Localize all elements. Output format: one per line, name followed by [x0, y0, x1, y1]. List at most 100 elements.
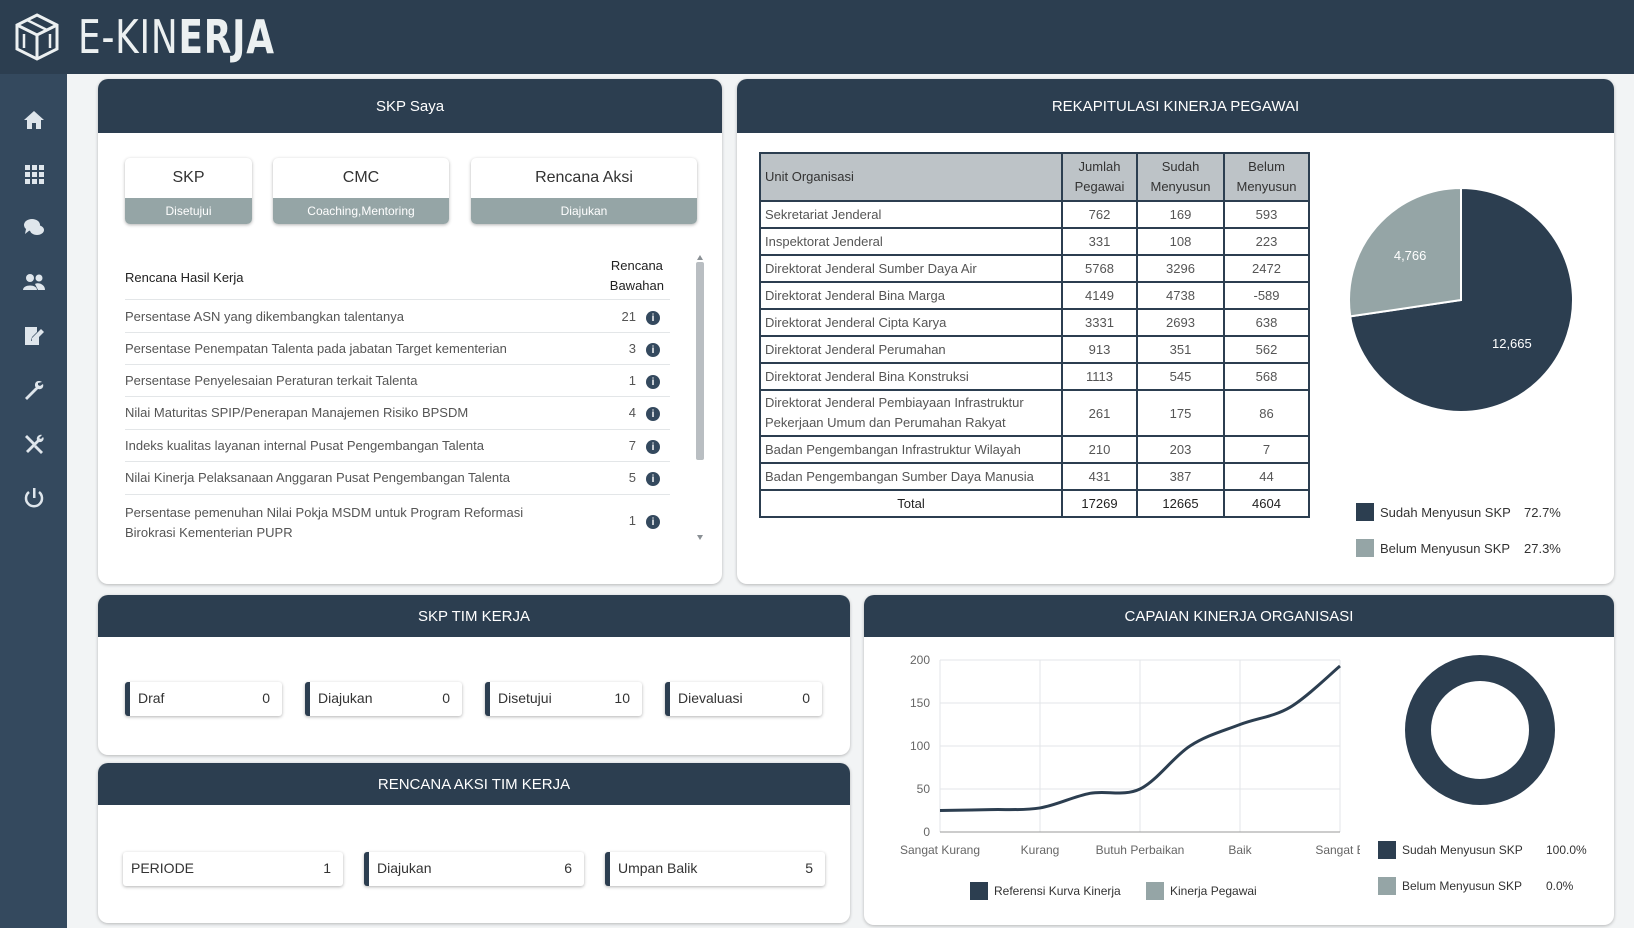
- skp-saya-title: SKP Saya: [98, 79, 722, 133]
- rencana-aksi-tim-card: RENCANA AKSI TIM KERJA: [98, 763, 850, 923]
- capaian-legend-referensi: Referensi Kurva Kinerja: [970, 882, 1121, 900]
- sidebar-item-logout[interactable]: [0, 476, 67, 520]
- table-total-row: Total 17269 12665 4604: [759, 489, 1310, 518]
- capaian-legend-kinerja: Kinerja Pegawai: [1146, 882, 1257, 900]
- table-row: Direktorat Jenderal Sumber Daya Air 5768 3…: [759, 254, 1310, 283]
- x-tick-label: Sangat B: [1315, 843, 1360, 857]
- col-sudah: Sudah Menyusun: [1136, 152, 1225, 202]
- rekap-table: Unit Organisasi Jumlah Pegawai Sudah Menyu…: [759, 152, 1310, 518]
- x-tick-label: Kurang: [1021, 843, 1060, 857]
- pie-data-label: 12,665: [1492, 336, 1532, 351]
- grid-icon: [24, 165, 44, 184]
- capaian-title: CAPAIAN KINERJA ORGANISASI: [864, 595, 1614, 637]
- rhk-row: Persentase pemenuhan Nilai Pokja MSDM un…: [125, 495, 670, 545]
- rekap-header-row: Unit Organisasi Jumlah Pegawai Sudah Menyu…: [759, 152, 1310, 202]
- col-belum: Belum Menyusun: [1223, 152, 1310, 202]
- info-icon[interactable]: i: [646, 311, 660, 325]
- info-icon[interactable]: i: [646, 440, 660, 454]
- rhk-row: Persentase Penyelesaian Peraturan terkai…: [125, 365, 670, 397]
- col-jumlah: Jumlah Pegawai: [1061, 152, 1138, 202]
- y-tick-label: 150: [910, 696, 930, 710]
- rhk-row: Nilai Maturitas SPIP/Penerapan Manajemen…: [125, 397, 670, 430]
- skp-tim-diajukan[interactable]: Diajukan 0: [305, 682, 462, 716]
- users-icon: [22, 274, 45, 290]
- pie-data-label: 4,766: [1394, 248, 1427, 263]
- tools-icon: [24, 434, 44, 454]
- rhk-row: Persentase ASN yang dikembangkan talenta…: [125, 301, 670, 333]
- rhk-header-col2: Rencana Bawahan: [609, 258, 664, 293]
- cube-logo-icon: [15, 13, 59, 61]
- x-tick-label: Baik: [1228, 843, 1252, 857]
- legend-swatch: [1356, 503, 1374, 521]
- rekap-pie-chart: 12,665 4,766: [1348, 186, 1574, 413]
- col-unit: Unit Organisasi: [759, 152, 1063, 202]
- top-bar: E-KINERJA: [0, 0, 1634, 74]
- table-row: Direktorat Jenderal Bina Marga 4149 4738 -5…: [759, 281, 1310, 310]
- y-tick-label: 50: [917, 782, 931, 796]
- info-icon[interactable]: i: [646, 407, 660, 421]
- rekap-legend-belum: Belum Menyusun SKP 27.3%: [1356, 539, 1561, 557]
- table-row: Direktorat Jenderal Perumahan 913 351 562: [759, 335, 1310, 364]
- capaian-line-chart: 0 50 100 150 200 Sangat Kurang Kurang Butuh Per…: [900, 653, 1360, 857]
- tab-cmc[interactable]: CMC Coaching,Mentoring: [273, 158, 449, 224]
- legend-swatch: [1146, 882, 1164, 900]
- edit-icon: [24, 327, 44, 345]
- info-icon[interactable]: i: [646, 343, 660, 357]
- rencana-aksi-periode[interactable]: PERIODE 1: [123, 852, 343, 886]
- x-tick-label: Sangat Kurang: [900, 843, 980, 857]
- rhk-row: Indeks kualitas layanan internal Pusat P…: [125, 430, 670, 462]
- y-tick-label: 100: [910, 739, 930, 753]
- y-tick-label: 200: [910, 653, 930, 667]
- sidebar-item-home[interactable]: [0, 98, 67, 142]
- rhk-row: Nilai Kinerja Pelaksanaan Anggaran Pusat…: [125, 462, 670, 495]
- power-icon: [24, 488, 43, 508]
- rekap-title: REKAPITULASI KINERJA PEGAWAI: [737, 79, 1614, 133]
- sidebar-item-edit[interactable]: [0, 314, 67, 358]
- rencana-aksi-tim-title: RENCANA AKSI TIM KERJA: [98, 763, 850, 805]
- scroll-up-arrow-icon[interactable]: [697, 255, 703, 260]
- rencana-aksi-umpan-balik[interactable]: Umpan Balik 5: [605, 852, 825, 886]
- app-title: E-KINERJA: [78, 10, 275, 64]
- info-icon[interactable]: i: [646, 375, 660, 389]
- table-row: Direktorat Jenderal Cipta Karya 3331 2693 6…: [759, 308, 1310, 337]
- rencana-aksi-diajukan[interactable]: Diajukan 6: [364, 852, 584, 886]
- sidebar-item-chat[interactable]: [0, 206, 67, 250]
- sidebar-item-users[interactable]: [0, 260, 67, 304]
- skp-tim-card: SKP TIM KERJA: [98, 595, 850, 755]
- rhk-header-col1: Rencana Hasil Kerja: [125, 270, 244, 285]
- info-icon[interactable]: i: [646, 472, 660, 486]
- skp-tim-disetujui[interactable]: Disetujui 10: [485, 682, 642, 716]
- skp-tim-draf[interactable]: Draf 0: [125, 682, 282, 716]
- sidebar-item-tools[interactable]: [0, 422, 67, 466]
- rhk-scroll-thumb[interactable]: [696, 262, 704, 460]
- sidebar-item-settings[interactable]: [0, 368, 67, 412]
- rekap-legend-sudah: Sudah Menyusun SKP 72.7%: [1356, 503, 1561, 521]
- skp-tim-dievaluasi[interactable]: Dievaluasi 0: [665, 682, 822, 716]
- table-row: Direktorat Jenderal Pembiayaan Infrastru…: [759, 389, 1310, 437]
- x-tick-label: Butuh Perbaikan: [1096, 843, 1185, 857]
- scroll-down-arrow-icon[interactable]: [697, 535, 703, 540]
- chat-icon: [23, 219, 44, 235]
- table-row: Direktorat Jenderal Bina Konstruksi 1113 5…: [759, 362, 1310, 391]
- tab-skp-label: SKP: [172, 169, 205, 186]
- donut-legend-belum: Belum Menyusun SKP 0.0%: [1378, 877, 1573, 895]
- tab-cmc-label: CMC: [342, 169, 380, 186]
- rhk-row: Persentase Penempatan Talenta pada jabat…: [125, 333, 670, 365]
- wrench-icon: [24, 381, 43, 400]
- legend-swatch: [970, 882, 988, 900]
- tab-rencana-aksi-label: Rencana Aksi: [535, 169, 633, 186]
- table-row: Sekretariat Jenderal 762 169 593: [759, 200, 1310, 229]
- legend-swatch: [1378, 841, 1396, 859]
- tab-rencana-aksi[interactable]: Rencana Aksi Diajukan: [471, 158, 697, 224]
- skp-tim-title: SKP TIM KERJA: [98, 595, 850, 637]
- table-row: Badan Pengembangan Infrastruktur Wilayah…: [759, 435, 1310, 464]
- tab-cmc-status: Coaching,Mentoring: [273, 198, 449, 224]
- home-icon: [23, 111, 44, 129]
- table-row: Badan Pengembangan Sumber Daya Manusia 43…: [759, 462, 1310, 491]
- tab-skp-status: Disetujui: [125, 198, 252, 224]
- tab-skp[interactable]: SKP Disetujui: [125, 158, 252, 224]
- table-row: Inspektorat Jenderal 331 108 223: [759, 227, 1310, 256]
- sidebar-item-grid[interactable]: [0, 152, 67, 196]
- donut-slice[interactable]: [1405, 655, 1555, 805]
- info-icon[interactable]: i: [646, 515, 660, 529]
